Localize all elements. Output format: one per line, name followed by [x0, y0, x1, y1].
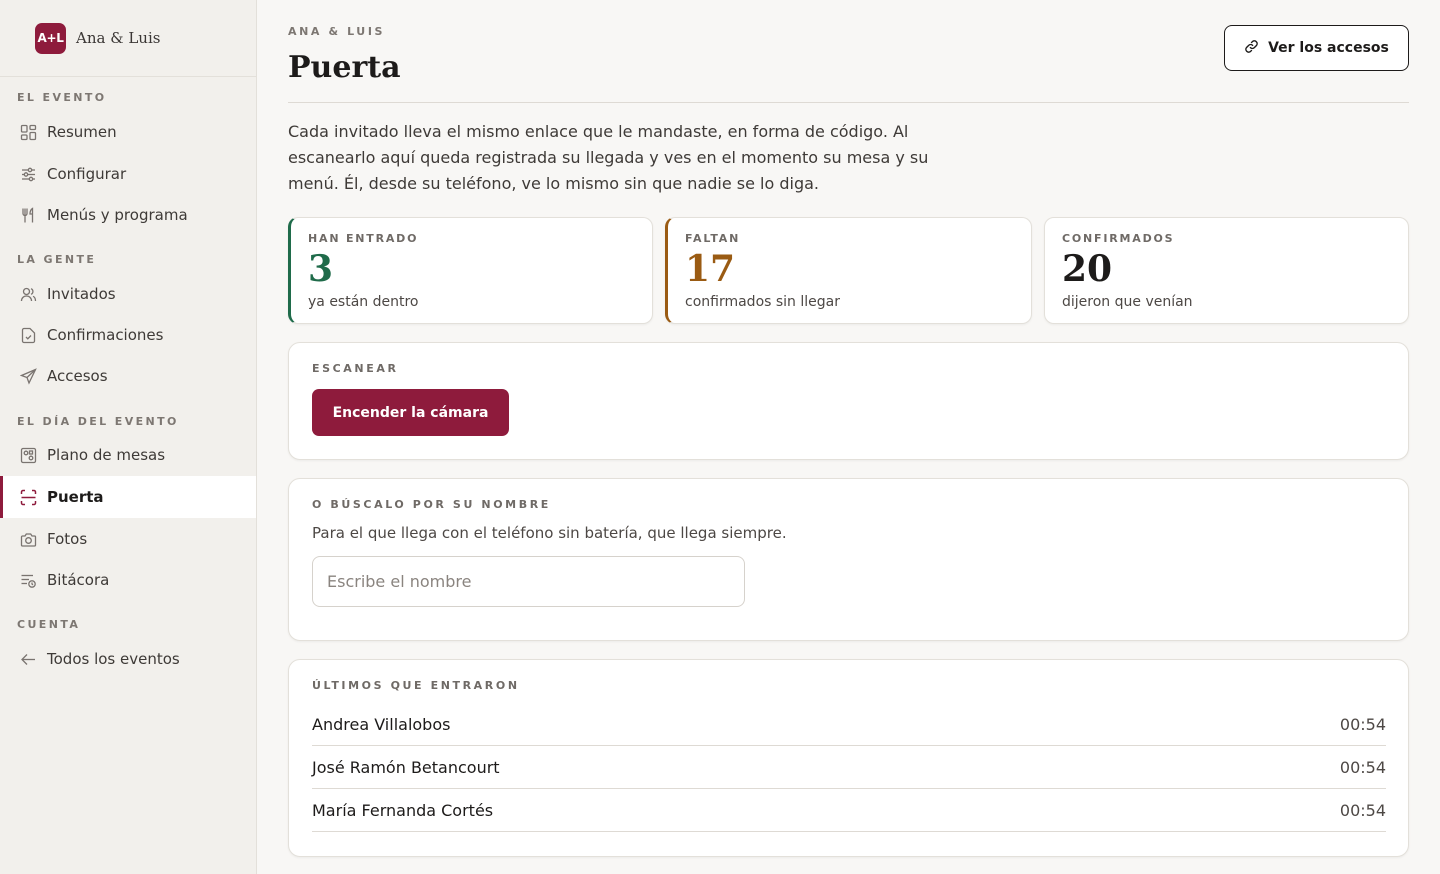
sidebar-item-resumen[interactable]: Resumen	[0, 111, 256, 153]
nav-section-cuenta: CUENTA	[17, 618, 81, 631]
recent-label: ÚLTIMOS QUE ENTRARON	[312, 679, 520, 692]
intro-text: Cada invitado lleva el mismo enlace que …	[288, 122, 929, 193]
stat-card-confirmed: CONFIRMADOS 20 dijeron que venían	[1044, 217, 1409, 324]
sidebar-item-todos-los-eventos[interactable]: Todos los eventos	[0, 638, 256, 680]
search-label: O BÚSCALO POR SU NOMBRE	[312, 498, 551, 511]
guest-name: Andrea Villalobos	[312, 714, 451, 734]
sidebar-item-plano-de-mesas[interactable]: Plano de mesas	[0, 434, 256, 476]
list-item: José Ramón Betancourt 00:54	[312, 746, 1386, 789]
list-item: Andrea Villalobos 00:54	[312, 703, 1386, 746]
sidebar-item-puerta[interactable]: Puerta	[0, 476, 256, 518]
file-check-icon	[19, 326, 37, 344]
recent-entries-card: ÚLTIMOS QUE ENTRARON Andrea Villalobos 0…	[288, 659, 1409, 857]
stat-card-missing: FALTAN 17 confirmados sin llegar	[665, 217, 1032, 324]
sidebar-item-label: Confirmaciones	[47, 326, 164, 344]
sidebar-item-label: Fotos	[47, 530, 88, 548]
map-icon	[19, 446, 37, 464]
sidebar-item-bitacora[interactable]: Bitácora	[0, 559, 256, 601]
stat-value: 20	[1062, 248, 1113, 290]
stat-label: CONFIRMADOS	[1062, 232, 1175, 245]
send-icon	[19, 367, 37, 385]
sidebar-item-invitados[interactable]: Invitados	[0, 273, 256, 315]
sidebar-item-configurar[interactable]: Configurar	[0, 153, 256, 195]
stat-value: 17	[685, 248, 736, 290]
sidebar-item-label: Plano de mesas	[47, 446, 166, 464]
nav-section-el-dia: EL DÍA DEL EVENTO	[17, 415, 179, 428]
entry-time: 00:54	[1339, 757, 1386, 777]
nav-section-el-evento: EL EVENTO	[17, 91, 107, 104]
view-access-label: Ver los accesos	[1268, 40, 1389, 56]
brand-logo: A+L	[35, 22, 66, 54]
arrow-left-icon	[19, 650, 37, 668]
entry-time: 00:54	[1339, 714, 1386, 734]
stat-label: HAN ENTRADO	[308, 232, 419, 245]
stat-subtitle: dijeron que venían	[1062, 294, 1193, 310]
sidebar-item-label: Configurar	[47, 165, 127, 183]
scan-card: ESCANEAR Encender la cámara	[288, 342, 1409, 460]
sidebar-item-label: Puerta	[47, 488, 104, 506]
list-item: María Fernanda Cortés 00:54	[312, 789, 1386, 832]
sidebar-item-label: Accesos	[47, 367, 108, 385]
turn-on-camera-button[interactable]: Encender la cámara	[312, 389, 509, 436]
utensils-icon	[19, 206, 37, 224]
sidebar-item-accesos[interactable]: Accesos	[0, 355, 256, 397]
sliders-icon	[19, 165, 37, 183]
sidebar-item-confirmaciones[interactable]: Confirmaciones	[0, 314, 256, 356]
header-divider	[288, 102, 1409, 103]
sidebar-item-menus[interactable]: Menús y programa	[0, 194, 256, 236]
search-card: O BÚSCALO POR SU NOMBRE Para el que lleg…	[288, 478, 1409, 641]
sidebar-item-label: Invitados	[47, 285, 116, 303]
stat-card-entered: HAN ENTRADO 3 ya están dentro	[288, 217, 653, 324]
scan-label: ESCANEAR	[312, 362, 399, 375]
users-icon	[19, 285, 37, 303]
event-eyebrow: ANA & LUIS	[288, 25, 386, 38]
entry-time: 00:54	[1339, 800, 1386, 820]
sidebar-item-label: Bitácora	[47, 571, 110, 589]
stat-value: 3	[308, 248, 334, 290]
list-clock-icon	[19, 571, 37, 589]
brand[interactable]: A+L Ana & Luis	[0, 0, 256, 77]
sidebar-item-label: Resumen	[47, 123, 117, 141]
camera-icon	[19, 530, 37, 548]
page-title: Puerta	[288, 50, 401, 85]
guest-name: José Ramón Betancourt	[312, 757, 500, 777]
sidebar: A+L Ana & Luis EL EVENTO Resumen Configu…	[0, 0, 257, 874]
stat-label: FALTAN	[685, 232, 741, 245]
brand-name: Ana & Luis	[76, 29, 161, 47]
nav-section-la-gente: LA GENTE	[17, 253, 97, 266]
grid-icon	[19, 123, 37, 141]
scan-icon	[19, 488, 37, 506]
search-description: Para el que llega con el teléfono sin ba…	[312, 524, 787, 542]
view-access-button[interactable]: Ver los accesos	[1224, 25, 1409, 71]
sidebar-item-fotos[interactable]: Fotos	[0, 518, 256, 560]
sidebar-item-label: Todos los eventos	[47, 650, 180, 668]
stat-subtitle: confirmados sin llegar	[685, 294, 840, 310]
guest-name: María Fernanda Cortés	[312, 800, 494, 820]
name-search-input[interactable]	[312, 556, 745, 607]
link-icon	[1244, 39, 1268, 58]
sidebar-item-label: Menús y programa	[47, 206, 188, 224]
stat-subtitle: ya están dentro	[308, 294, 419, 310]
